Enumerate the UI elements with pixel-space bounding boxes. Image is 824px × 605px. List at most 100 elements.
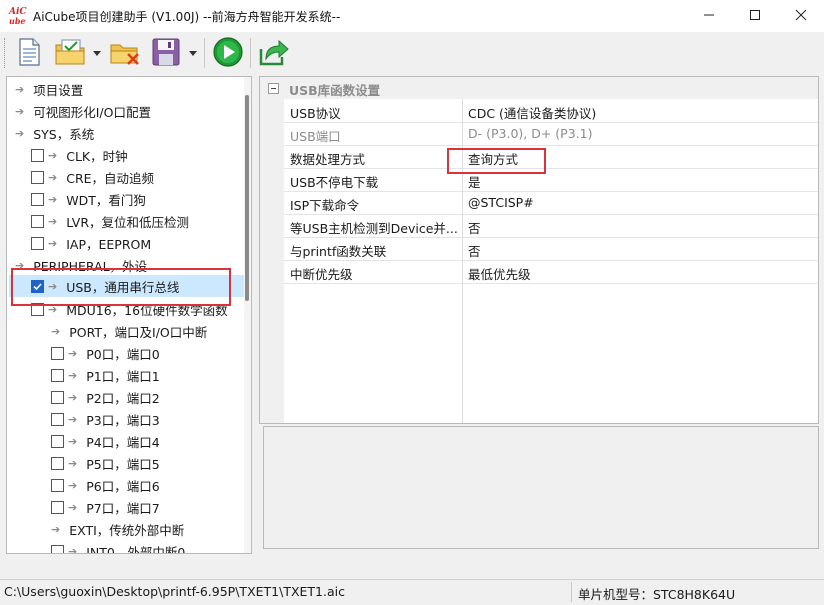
open-dropdown-button[interactable] [92,46,102,60]
property-grid-margin [260,99,284,423]
property-name: 与printf函数关联 [290,244,387,259]
tree-item-checkbox[interactable] [31,192,44,206]
property-value[interactable]: D- (P3.0), D+ (P3.1) [468,126,592,141]
save-button[interactable] [149,36,183,70]
tree-item-label: 可视图形化I/O口配置 [33,104,151,120]
tree-item-label: P4口，端口4 [86,434,160,450]
tree-item-checkbox[interactable] [51,544,64,553]
tree-item-checkbox[interactable] [31,214,44,228]
tree-item[interactable]: ➔ P0口，端口0 [7,342,160,364]
tree-item[interactable]: ➔ P6口，端口6 [7,474,160,496]
tree-item[interactable]: ➔ PORT，端口及I/O口中断 [7,320,207,342]
property-name: 中断优先级 [290,267,353,282]
window-title: AiCube项目创建助手 (V1.00J) --前海方舟智能开发系统-- [33,10,341,24]
arrow-right-icon: ➔ [15,82,25,96]
close-button[interactable] [778,0,824,32]
minimize-button[interactable] [686,0,732,32]
tree-item-checkbox[interactable] [51,412,64,426]
property-name: 数据处理方式 [290,152,366,167]
open-project-icon [54,37,86,70]
save-dropdown-button[interactable] [188,46,198,60]
tree-item[interactable]: ➔ P1口，端口1 [7,364,160,386]
property-grid[interactable]: USB库函数设置 USB协议 CDC (通信设备类协议) USB端口 D- (P3.0… [259,76,819,424]
tree-item-label: EXTI，传统外部中断 [69,522,185,538]
tree-item[interactable]: ➔ INT0，外部中断0 [7,540,185,553]
tree-item[interactable]: ➔ EXTI，传统外部中断 [7,518,184,540]
tree-scrollbar[interactable] [244,77,251,553]
tree-item[interactable]: ➔ IAP，EEPROM [7,232,151,254]
tree-item-checkbox[interactable] [31,148,44,162]
project-path: C:\Users\guoxin\Desktop\printf-6.95P\TXE… [4,584,345,599]
property-row[interactable]: ISP下载命令 @STCISP# [284,192,818,215]
delete-project-icon [109,37,141,70]
arrow-right-icon: ➔ [68,500,78,514]
property-group-header[interactable]: USB库函数设置 [260,77,818,99]
property-name: USB不停电下载 [290,175,379,190]
tree-scrollbar-thumb[interactable] [245,95,249,301]
title-bar: AiC ube AiCube项目创建助手 (V1.00J) --前海方舟智能开发… [0,0,824,32]
peripheral-tree[interactable]: ➔ 项目设置 ➔ 可视图形化I/O口配置 ➔ SYS，系统 ➔ CLK，时钟 ➔ CRE，自动追频… [6,76,252,554]
run-button[interactable] [211,36,245,70]
property-row[interactable]: USB不停电下载 是 [284,169,818,192]
property-value[interactable]: @STCISP# [468,195,534,210]
tree-item-checkbox[interactable] [51,434,64,448]
tree-item[interactable]: ➔ SYS，系统 [7,122,94,144]
new-project-button[interactable] [12,36,46,70]
property-value[interactable]: CDC (通信设备类协议) [468,103,596,122]
property-value[interactable]: 最低优先级 [468,264,531,283]
delete-project-button[interactable] [108,36,142,70]
maximize-icon [749,9,761,24]
arrow-right-icon: ➔ [48,148,58,162]
tree-item-checkbox[interactable] [51,368,64,382]
tree-item-checkbox[interactable] [31,170,44,184]
arrow-right-icon: ➔ [68,478,78,492]
collapse-icon[interactable] [268,82,279,97]
tree-item[interactable]: ➔ P5口，端口5 [7,452,160,474]
tree-item[interactable]: ➔ CLK，时钟 [7,144,128,166]
arrow-right-icon: ➔ [48,214,58,228]
tree-item-checkbox[interactable] [31,236,44,250]
property-row[interactable]: 中断优先级 最低优先级 [284,261,818,284]
tree-item[interactable]: ➔ 项目设置 [7,78,83,100]
property-row[interactable]: 与printf函数关联 否 [284,238,818,261]
property-row[interactable]: USB协议 CDC (通信设备类协议) [284,100,818,123]
arrow-right-icon: ➔ [48,170,58,184]
export-button[interactable] [257,36,291,70]
chevron-down-icon [189,46,197,60]
tree-item-label: P0口，端口0 [86,346,160,362]
property-value[interactable]: 否 [468,218,481,237]
property-value[interactable]: 是 [468,172,481,191]
mcu-model: 单片机型号：STC8H8K64U [578,587,736,602]
maximize-button[interactable] [732,0,778,32]
tree-item-label: 项目设置 [33,82,84,98]
tree-item[interactable]: ➔ 可视图形化I/O口配置 [7,100,151,122]
tree-item[interactable]: ➔ WDT，看门狗 [7,188,146,210]
tree-item-checkbox[interactable] [51,390,64,404]
tree-item[interactable]: ➔ P4口，端口4 [7,430,160,452]
arrow-right-icon: ➔ [15,104,25,118]
tree-item-checkbox[interactable] [51,346,64,360]
tree-item-checkbox[interactable] [51,500,64,514]
app-logo: AiC ube [7,5,29,27]
arrow-right-icon: ➔ [51,324,61,338]
property-row[interactable]: 数据处理方式 查询方式 [284,146,818,169]
property-name: ISP下载命令 [290,198,360,213]
tree-item[interactable]: ➔ P7口，端口7 [7,496,160,518]
arrow-right-icon: ➔ [51,522,61,536]
arrow-right-icon: ➔ [48,192,58,206]
property-row[interactable]: USB端口 D- (P3.0), D+ (P3.1) [284,123,818,146]
tree-item-checkbox[interactable] [51,456,64,470]
tree-item-label: WDT，看门狗 [66,192,146,208]
tree-item[interactable]: ➔ P2口，端口2 [7,386,160,408]
tree-item-checkbox[interactable] [51,478,64,492]
open-project-button[interactable] [53,36,87,70]
property-row[interactable]: 等USB主机检测到Device并... 否 [284,215,818,238]
chevron-down-icon [93,46,101,60]
arrow-right-icon: ➔ [68,456,78,470]
close-icon [795,9,807,24]
property-value[interactable]: 否 [468,241,481,260]
new-document-icon [15,37,43,70]
tree-item[interactable]: ➔ CRE，自动追频 [7,166,154,188]
tree-item[interactable]: ➔ P3口，端口3 [7,408,160,430]
tree-item[interactable]: ➔ LVR，复位和低压检测 [7,210,189,232]
